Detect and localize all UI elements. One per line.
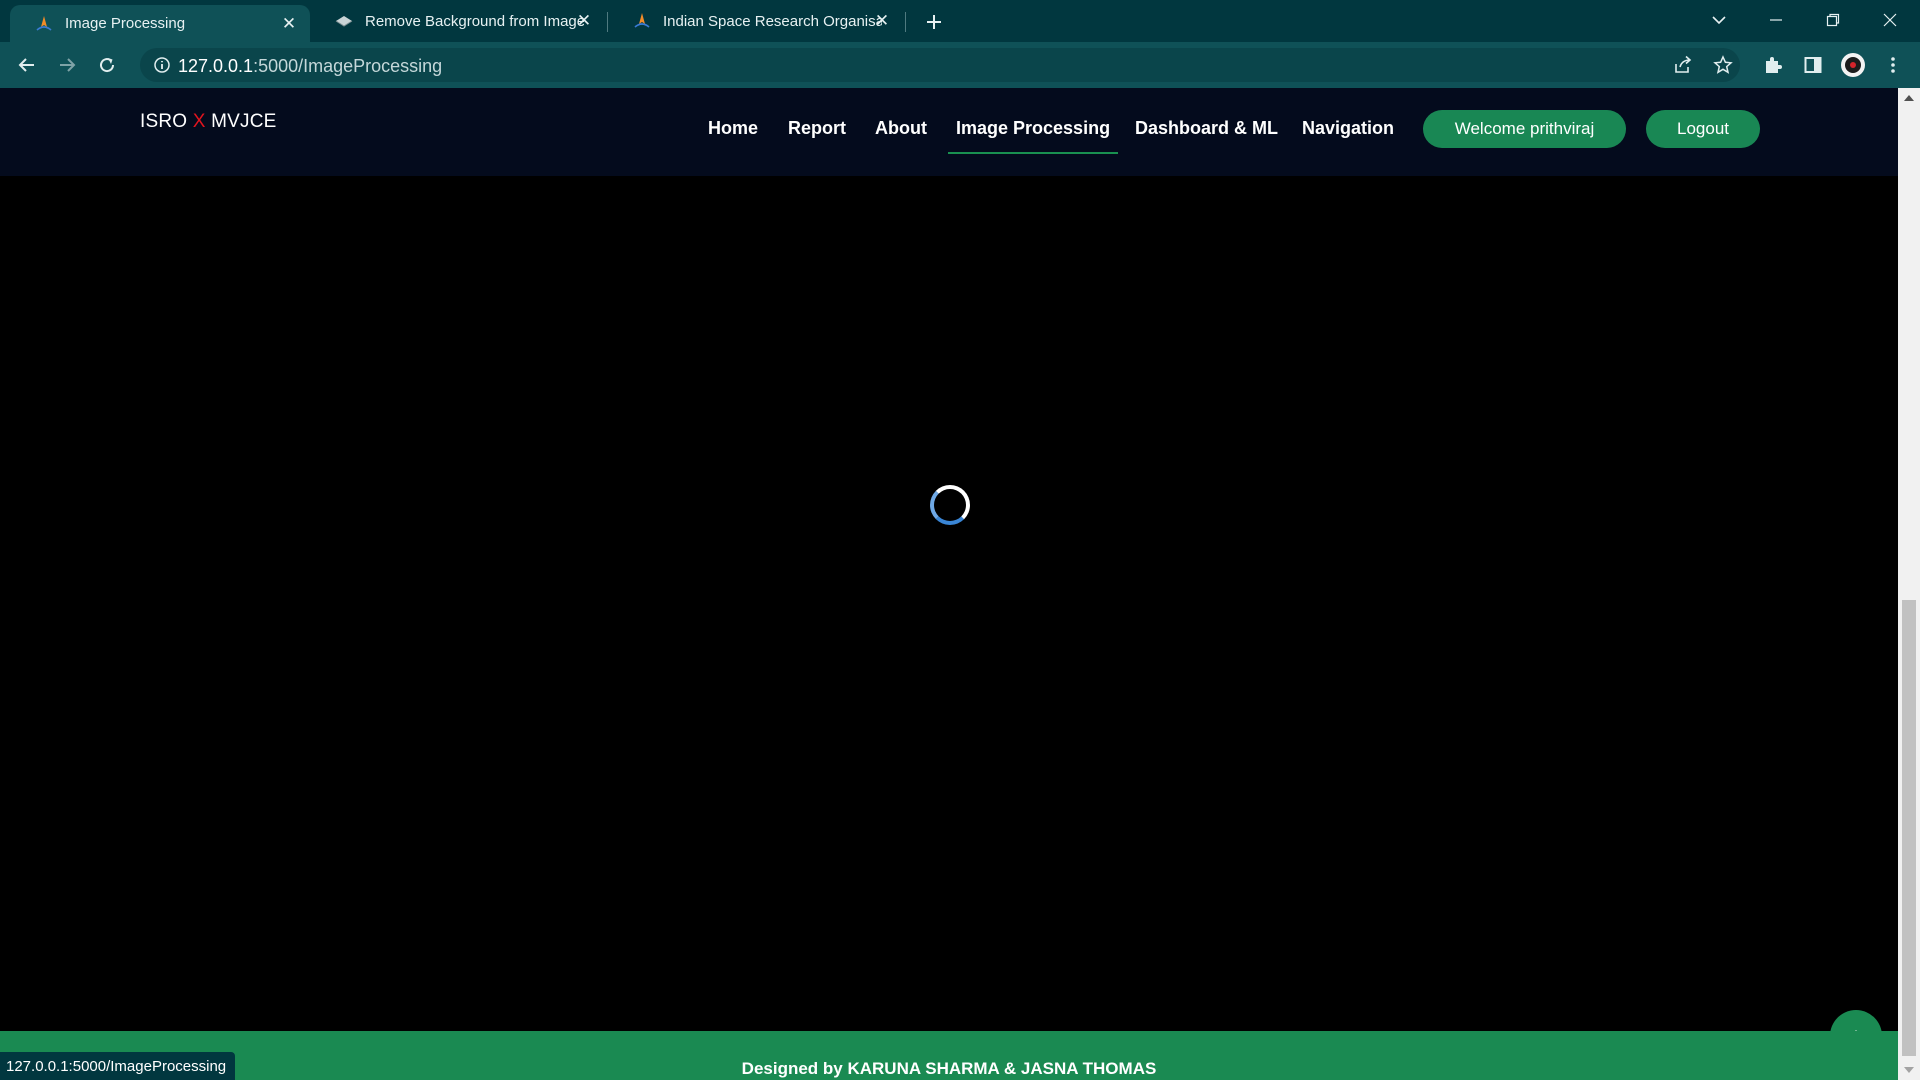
arrow-left-icon [18, 58, 34, 72]
puzzle-icon [1766, 57, 1782, 73]
page-viewport: ISRO X MVJCE Home Report About Image Pro… [0, 88, 1898, 1080]
close-tab-icon[interactable]: ✕ [873, 11, 891, 30]
footer-credit: Designed by KARUNA SHARMA & JASNA THOMAS [741, 1059, 1157, 1078]
tab-label: Indian Space Research Organisation [663, 12, 882, 30]
loading-spinner [930, 485, 970, 525]
new-tab-button[interactable] [920, 8, 948, 36]
site-info-icon[interactable] [152, 55, 172, 75]
logout-button[interactable]: Logout [1646, 110, 1760, 148]
restore-icon [1826, 13, 1840, 27]
welcome-button[interactable]: Welcome prithviraj [1423, 110, 1626, 148]
tab-search-button[interactable] [1695, 0, 1743, 40]
tab-image-processing[interactable]: Image Processing ✕ [10, 5, 310, 42]
nav-navigation[interactable]: Navigation [1302, 118, 1394, 142]
browser-tab-strip: Image Processing ✕ Remove Background fro… [0, 0, 1920, 42]
close-window-button[interactable] [1866, 0, 1914, 40]
rocket-favicon-icon [35, 15, 53, 33]
nav-about[interactable]: About [875, 118, 927, 142]
side-panel-button[interactable] [1798, 50, 1828, 80]
side-panel-icon [1804, 57, 1822, 73]
share-icon [1675, 55, 1692, 73]
browser-toolbar: 127.0.0.1:5000/ImageProcessing [0, 42, 1920, 88]
nav-home[interactable]: Home [708, 118, 758, 142]
close-tab-icon[interactable]: ✕ [575, 11, 593, 30]
layers-favicon-icon [335, 12, 353, 30]
url-text: 127.0.0.1:5000/ImageProcessing [178, 56, 443, 76]
address-bar[interactable]: 127.0.0.1:5000/ImageProcessing [140, 48, 1740, 82]
profile-button[interactable] [1838, 50, 1868, 80]
close-icon [1883, 13, 1897, 27]
arrow-right-icon [60, 58, 76, 72]
browser-menu-button[interactable] [1878, 50, 1908, 80]
close-tab-icon[interactable]: ✕ [280, 14, 298, 33]
nav-report[interactable]: Report [788, 118, 846, 142]
link-status-bubble: 127.0.0.1:5000/ImageProcessing [0, 1052, 236, 1080]
minimize-button[interactable] [1752, 0, 1800, 40]
page-scrollbar[interactable] [1898, 88, 1920, 1080]
site-logo[interactable]: ISRO X MVJCE [140, 111, 276, 133]
plus-icon [927, 15, 941, 29]
site-header: ISRO X MVJCE Home Report About Image Pro… [0, 88, 1898, 176]
scroll-down-arrow-icon[interactable] [1898, 1060, 1920, 1080]
forward-button[interactable] [52, 50, 82, 80]
minimize-icon [1770, 19, 1782, 21]
avatar [1841, 53, 1865, 77]
share-button[interactable] [1668, 50, 1698, 80]
kebab-menu-icon [1891, 57, 1895, 73]
scrollbar-thumb[interactable] [1902, 600, 1916, 1056]
extensions-button[interactable] [1758, 50, 1788, 80]
bookmark-button[interactable] [1708, 50, 1738, 80]
tab-isro[interactable]: Indian Space Research Organisation ✕ [608, 0, 903, 42]
site-footer: Designed by KARUNA SHARMA & JASNA THOMAS [0, 1031, 1898, 1080]
restore-button[interactable] [1809, 0, 1857, 40]
nav-image-processing[interactable]: Image Processing [947, 118, 1119, 154]
tab-separator [905, 12, 906, 32]
scroll-up-arrow-icon[interactable] [1898, 88, 1920, 108]
back-button[interactable] [12, 50, 42, 80]
tab-remove-background[interactable]: Remove Background from Image ✕ [310, 0, 605, 42]
nav-dashboard-ml[interactable]: Dashboard & ML [1135, 118, 1278, 142]
reload-icon [100, 58, 115, 73]
chevron-down-icon [1712, 16, 1726, 25]
tab-label: Remove Background from Image [365, 12, 584, 30]
tab-label: Image Processing [65, 15, 186, 32]
star-icon [1713, 55, 1733, 74]
rocket-favicon-icon [633, 12, 651, 30]
reload-button[interactable] [92, 50, 122, 80]
